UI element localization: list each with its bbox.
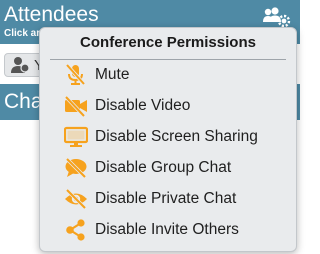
eye-slash-icon xyxy=(64,188,88,210)
menu-item-disable-screen-sharing[interactable]: Disable Screen Sharing xyxy=(40,122,296,152)
menu-item-disable-video[interactable]: Disable Video xyxy=(40,91,296,121)
menu-item-disable-private-chat[interactable]: Disable Private Chat xyxy=(40,184,296,214)
microphone-muted-icon xyxy=(64,63,88,86)
attendees-title: Attendees xyxy=(4,3,99,26)
people-settings-icon[interactable] xyxy=(262,6,292,28)
menu-item-mute[interactable]: Mute xyxy=(40,60,296,90)
chat-disabled-icon xyxy=(64,157,88,179)
chat-title: Cha xyxy=(4,90,43,113)
attendees-subtitle: Click an xyxy=(4,28,43,39)
menu-item-label: Disable Invite Others xyxy=(95,221,239,238)
menu-item-disable-invite-others[interactable]: Disable Invite Others xyxy=(40,215,296,245)
menu-item-disable-group-chat[interactable]: Disable Group Chat xyxy=(40,153,296,183)
menu-item-label: Disable Screen Sharing xyxy=(95,128,258,145)
menu-item-label: Disable Video xyxy=(95,97,191,114)
menu-item-label: Disable Group Chat xyxy=(95,159,232,176)
video-disabled-icon xyxy=(64,95,88,118)
menu-header: Conference Permissions xyxy=(80,34,256,51)
menu-item-label: Disable Private Chat xyxy=(95,190,237,207)
monitor-icon xyxy=(63,126,89,148)
share-icon xyxy=(64,219,88,241)
conference-permissions-menu: Conference Permissions Mute Disable Vide xyxy=(39,27,297,252)
menu-item-label: Mute xyxy=(95,66,130,83)
